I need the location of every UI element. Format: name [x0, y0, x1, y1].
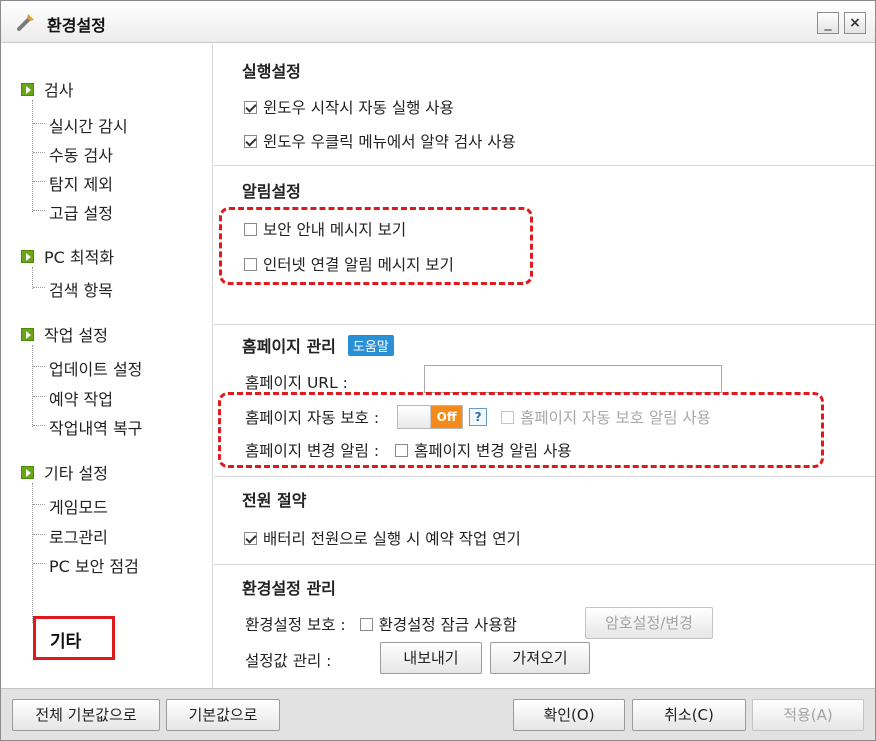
- option-context-menu[interactable]: 윈도우 우클릭 메뉴에서 알약 검사 사용: [244, 130, 516, 152]
- section-config: 환경설정 관리 환경설정 보호 : 환경설정 잠금 사용함 암호설정/변경 설정…: [214, 565, 875, 688]
- arrow-bullet-icon: [21, 82, 34, 96]
- url-label: 홈페이지 URL :: [245, 374, 348, 392]
- title-bar: 환경설정 _ ×: [1, 1, 875, 43]
- dialog-footer: 전체 기본값으로 기본값으로 확인(O) 취소(C) 적용(A): [1, 688, 875, 740]
- reset-button[interactable]: 기본값으로: [166, 699, 280, 731]
- sidebar-item-game-mode[interactable]: 게임모드: [33, 494, 108, 518]
- apply-button[interactable]: 적용(A): [752, 699, 864, 731]
- option-label: 환경설정 잠금 사용함: [378, 616, 517, 634]
- sidebar-group-label: 작업 설정: [44, 326, 108, 345]
- section-title: 전원 절약: [242, 491, 307, 510]
- checkbox-checked[interactable]: [244, 100, 257, 114]
- option-battery[interactable]: 배터리 전원으로 실행 시 예약 작업 연기: [244, 527, 521, 549]
- config-value-label: 설정값 관리 :: [245, 652, 332, 670]
- sidebar-group-etc[interactable]: 기타 설정: [21, 460, 108, 484]
- sidebar-group-label: 검사: [44, 81, 74, 100]
- window-title: 환경설정: [47, 16, 106, 35]
- sidebar-item-exclusion[interactable]: 탐지 제외: [33, 171, 113, 195]
- section-title: 알림설정: [242, 182, 301, 201]
- password-button[interactable]: 암호설정/변경: [585, 607, 713, 639]
- sidebar-group-scan[interactable]: 검사: [21, 77, 73, 101]
- arrow-bullet-icon: [21, 249, 34, 263]
- section-title-text: 홈페이지 관리: [242, 337, 336, 356]
- section-title: 홈페이지 관리 도움말: [242, 333, 394, 357]
- checkbox-unchecked[interactable]: [359, 617, 373, 631]
- help-link[interactable]: 도움말: [347, 334, 394, 356]
- arrow-bullet-icon: [21, 327, 34, 341]
- option-label: 윈도우 시작시 자동 실행 사용: [263, 99, 454, 117]
- sidebar-item-restore[interactable]: 작업내역 복구: [32, 415, 142, 439]
- import-button[interactable]: 가져오기: [490, 642, 590, 674]
- section-run: 실행설정 윈도우 시작시 자동 실행 사용 윈도우 우클릭 메뉴에서 알약 검사…: [214, 44, 875, 166]
- sidebar-nav: 검사 실시간 감시 수동 검사 탐지 제외 고급 설정 PC 최적화 검색 항목…: [1, 44, 213, 688]
- section-title: 실행설정: [242, 62, 301, 81]
- sidebar-item-advanced[interactable]: 고급 설정: [33, 200, 113, 224]
- option-label: 윈도우 우클릭 메뉴에서 알약 검사 사용: [263, 133, 516, 151]
- highlight-box-homepage: [218, 392, 824, 468]
- minimize-button[interactable]: _: [817, 12, 839, 34]
- option-startup[interactable]: 윈도우 시작시 자동 실행 사용: [244, 96, 454, 118]
- close-button[interactable]: ×: [844, 12, 866, 34]
- homepage-url-input[interactable]: [424, 365, 722, 393]
- config-protect-label: 환경설정 보호 :: [245, 616, 346, 634]
- checkbox-checked[interactable]: [244, 531, 257, 545]
- sidebar-item-realtime[interactable]: 실시간 감시: [33, 113, 128, 137]
- settings-content: 실행설정 윈도우 시작시 자동 실행 사용 윈도우 우클릭 메뉴에서 알약 검사…: [214, 44, 875, 688]
- sidebar-item-schedule[interactable]: 예약 작업: [33, 386, 113, 410]
- sidebar-group-label: PC 최적화: [44, 248, 115, 267]
- settings-window: 환경설정 _ × 검사 실시간 감시 수동 검사 탐지 제외 고급 설정 PC …: [0, 0, 876, 741]
- sidebar-group-label: 기타 설정: [44, 464, 108, 483]
- section-title: 환경설정 관리: [242, 579, 336, 598]
- sidebar-group-task[interactable]: 작업 설정: [21, 322, 108, 346]
- sidebar-item-pc-check[interactable]: PC 보안 점검: [33, 553, 139, 577]
- sidebar-item-logs[interactable]: 로그관리: [33, 524, 108, 548]
- checkbox-checked[interactable]: [244, 134, 257, 148]
- wrench-icon: [17, 14, 34, 31]
- sidebar-item-manual-scan[interactable]: 수동 검사: [33, 142, 113, 166]
- sidebar-item-search-items[interactable]: 검색 항목: [33, 277, 113, 301]
- export-button[interactable]: 내보내기: [380, 642, 482, 674]
- ok-button[interactable]: 확인(O): [513, 699, 625, 731]
- sidebar-item-etc-selected[interactable]: 기타: [33, 616, 115, 660]
- arrow-bullet-icon: [21, 465, 34, 479]
- cancel-button[interactable]: 취소(C): [632, 699, 746, 731]
- sidebar-item-label: 기타: [50, 632, 82, 652]
- section-power: 전원 절약 배터리 전원으로 실행 시 예약 작업 연기: [214, 477, 875, 565]
- sidebar-item-update[interactable]: 업데이트 설정: [32, 356, 142, 380]
- option-label: 배터리 전원으로 실행 시 예약 작업 연기: [263, 530, 521, 548]
- highlight-box-alert: [219, 207, 533, 285]
- sidebar-group-optimize[interactable]: PC 최적화: [21, 244, 114, 268]
- reset-all-button[interactable]: 전체 기본값으로: [12, 699, 160, 731]
- config-protect-row: 환경설정 보호 : 환경설정 잠금 사용함: [245, 613, 517, 635]
